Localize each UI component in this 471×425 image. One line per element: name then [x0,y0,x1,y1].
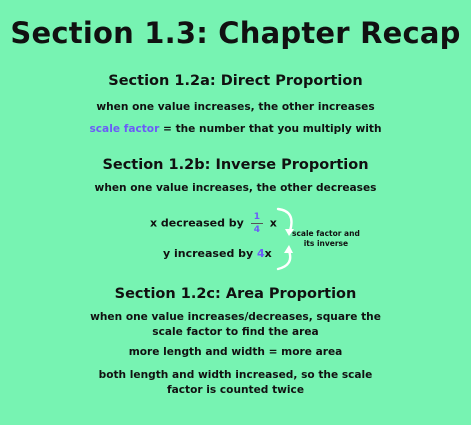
note-line-2: its inverse [303,239,349,248]
area-proportion-line-4: both length and width increased, so the … [98,369,373,381]
fraction-numerator: 1 [253,212,260,222]
scale-factor-definition: scale factor = the number that you multi… [0,123,471,135]
scale-factor-term: scale factor [89,123,160,135]
y-increased-value: 4 [257,247,265,260]
page-title: Section 1.3: Chapter Recap [10,16,461,50]
section-heading-area-proportion: Section 1.2c: Area Proportion [114,286,357,302]
area-proportion-line-1: when one value increases/decreases, squa… [90,311,381,323]
direct-proportion-description: when one value increases, the other incr… [96,101,375,113]
fraction-denominator: 4 [253,225,260,235]
y-increased-suffix: x [264,247,272,260]
x-decreased-row: x decreased by 1 4 x [150,212,277,235]
y-increased-label: y increased by [163,247,258,260]
scale-factor-definition-text: = the number that you multiply with [159,123,382,135]
one-quarter-fraction: 1 4 [250,212,263,235]
fraction-bar [250,223,263,224]
y-increased-row: y increased by 4x [163,247,272,260]
area-proportion-line-2: scale factor to find the area [152,326,319,338]
note-line-1: scale factor and [292,229,360,238]
section-heading-inverse-proportion: Section 1.2b: Inverse Proportion [102,157,369,173]
section-heading-direct-proportion: Section 1.2a: Direct Proportion [108,73,363,89]
scale-factor-inverse-note: scale factor and its inverse [292,229,360,249]
inverse-proportion-description: when one value increases, the other decr… [94,182,377,194]
x-decreased-label: x decreased by [150,216,244,230]
area-proportion-line-3: more length and width = more area [128,346,343,358]
area-proportion-line-5: factor is counted twice [166,384,305,396]
